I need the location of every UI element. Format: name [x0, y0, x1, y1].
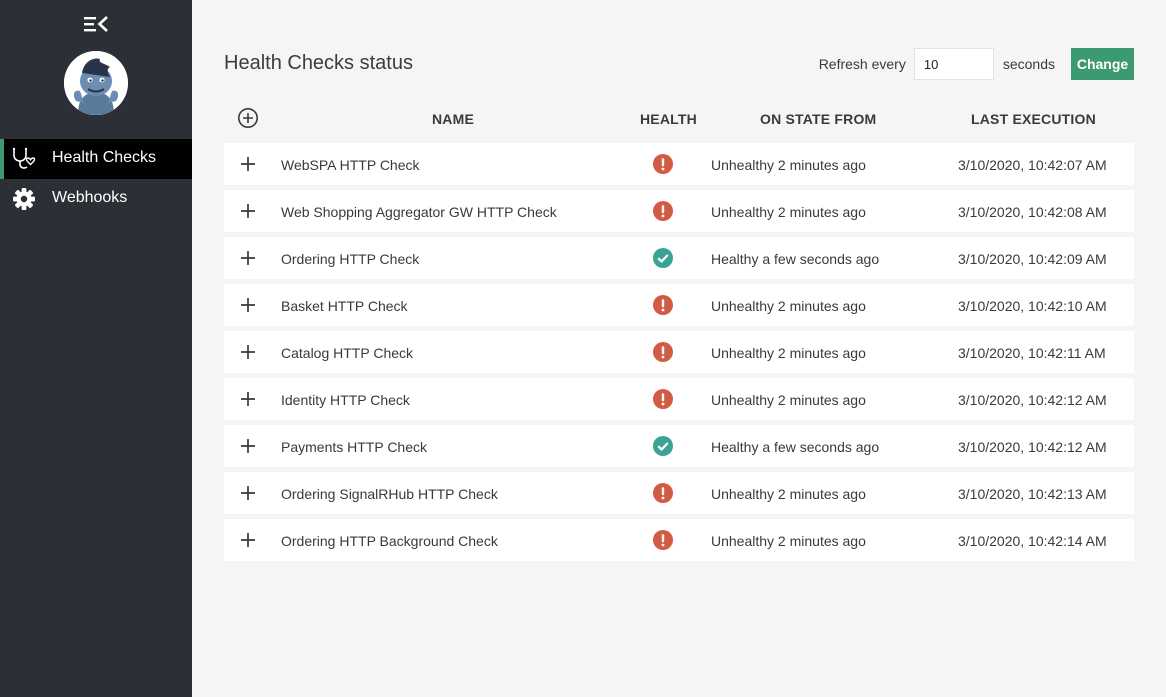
sidebar-nav: Health Checks Webhooks [0, 139, 192, 219]
main-content: Health Checks status Refresh every secon… [192, 0, 1166, 697]
health-checks-table: NAME HEALTH ON STATE FROM LAST EXECUTION… [224, 98, 1134, 561]
sidebar: Health Checks Webhooks [0, 0, 192, 697]
check-last-execution: 3/10/2020, 10:42:13 AM [958, 486, 1107, 502]
column-header-on-state-from: ON STATE FROM [760, 111, 877, 127]
check-name: Payments HTTP Check [281, 439, 428, 455]
check-state: Unhealthy 2 minutes ago [711, 157, 866, 173]
healthy-check-icon [653, 436, 673, 456]
unhealthy-alert-icon [653, 530, 673, 550]
table-row: Web Shopping Aggregator GW HTTP Check Unh… [224, 190, 1134, 232]
gear-icon [11, 187, 37, 211]
sidebar-item-health-checks[interactable]: Health Checks [0, 139, 192, 179]
table-row: Payments HTTP Check Healthy a few seconds… [224, 425, 1134, 467]
unhealthy-alert-icon [653, 154, 673, 174]
page-title: Health Checks status [224, 52, 413, 74]
unhealthy-alert-icon [653, 201, 673, 221]
check-name: Web Shopping Aggregator GW HTTP Check [281, 204, 557, 220]
table-header: NAME HEALTH ON STATE FROM LAST EXECUTION [224, 98, 1134, 138]
column-header-health: HEALTH [640, 111, 697, 127]
expand-all-icon[interactable] [237, 107, 259, 129]
refresh-label: Refresh every [818, 56, 906, 72]
expand-row-icon[interactable] [240, 485, 256, 501]
expand-row-icon[interactable] [240, 297, 256, 313]
sidebar-item-webhooks[interactable]: Webhooks [0, 179, 192, 219]
check-state: Healthy a few seconds ago [711, 439, 880, 455]
check-name: Ordering HTTP Background Check [281, 533, 498, 549]
logo-mascot [64, 51, 128, 115]
check-last-execution: 3/10/2020, 10:42:12 AM [958, 392, 1107, 408]
table-row: Ordering HTTP Background Check Unhealthy … [224, 519, 1134, 561]
unhealthy-alert-icon [653, 342, 673, 362]
table-row: Identity HTTP Check Unhealthy 2 minutes a… [224, 378, 1134, 420]
check-name: Identity HTTP Check [281, 392, 410, 408]
stethoscope-icon [11, 147, 37, 171]
sidebar-item-label: Webhooks [52, 189, 128, 206]
expand-row-icon[interactable] [240, 250, 256, 266]
expand-row-icon[interactable] [240, 156, 256, 172]
check-state: Unhealthy 2 minutes ago [711, 298, 866, 314]
refresh-controls: Refresh every seconds Change [819, 48, 1134, 80]
table-row: Ordering SignalRHub HTTP Check Unhealthy … [224, 472, 1134, 514]
refresh-interval-input[interactable] [913, 48, 994, 80]
check-name: Ordering HTTP Check [281, 251, 420, 267]
check-last-execution: 3/10/2020, 10:42:09 AM [958, 251, 1107, 267]
check-last-execution: 3/10/2020, 10:42:10 AM [958, 298, 1107, 314]
check-last-execution: 3/10/2020, 10:42:11 AM [958, 345, 1106, 361]
check-state: Healthy a few seconds ago [711, 251, 880, 267]
column-header-name: NAME [432, 111, 475, 127]
check-last-execution: 3/10/2020, 10:42:08 AM [958, 204, 1107, 220]
unhealthy-alert-icon [653, 389, 673, 409]
table-body: WebSPA HTTP Check Unhealthy 2 minutes ago… [224, 143, 1134, 566]
check-name: Basket HTTP Check [281, 298, 408, 314]
unhealthy-alert-icon [653, 483, 673, 503]
expand-row-icon[interactable] [240, 344, 256, 360]
expand-row-icon[interactable] [240, 438, 256, 454]
check-last-execution: 3/10/2020, 10:42:12 AM [958, 439, 1107, 455]
table-row: Catalog HTTP Check Unhealthy 2 minutes ag… [224, 331, 1134, 373]
check-state: Unhealthy 2 minutes ago [711, 392, 866, 408]
check-state: Unhealthy 2 minutes ago [711, 533, 866, 549]
expand-row-icon[interactable] [240, 203, 256, 219]
unhealthy-alert-icon [653, 295, 673, 315]
healthy-check-icon [653, 248, 673, 268]
table-row: WebSPA HTTP Check Unhealthy 2 minutes ago… [224, 143, 1134, 185]
check-name: Ordering SignalRHub HTTP Check [281, 486, 498, 502]
check-state: Unhealthy 2 minutes ago [711, 345, 866, 361]
column-header-last-execution: LAST EXECUTION [971, 111, 1096, 127]
table-row: Ordering HTTP Check Healthy a few seconds… [224, 237, 1134, 279]
change-button[interactable]: Change [1071, 48, 1134, 80]
table-row: Basket HTTP Check Unhealthy 2 minutes ago… [224, 284, 1134, 326]
check-last-execution: 3/10/2020, 10:42:14 AM [958, 533, 1107, 549]
expand-row-icon[interactable] [240, 391, 256, 407]
sidebar-item-label: Health Checks [52, 149, 157, 166]
check-name: WebSPA HTTP Check [281, 157, 420, 173]
check-state: Unhealthy 2 minutes ago [711, 486, 866, 502]
check-name: Catalog HTTP Check [281, 345, 414, 361]
expand-row-icon[interactable] [240, 532, 256, 548]
check-state: Unhealthy 2 minutes ago [711, 204, 866, 220]
check-last-execution: 3/10/2020, 10:42:07 AM [958, 157, 1107, 173]
collapse-menu-icon[interactable] [83, 14, 109, 34]
seconds-label: seconds [1002, 56, 1055, 72]
